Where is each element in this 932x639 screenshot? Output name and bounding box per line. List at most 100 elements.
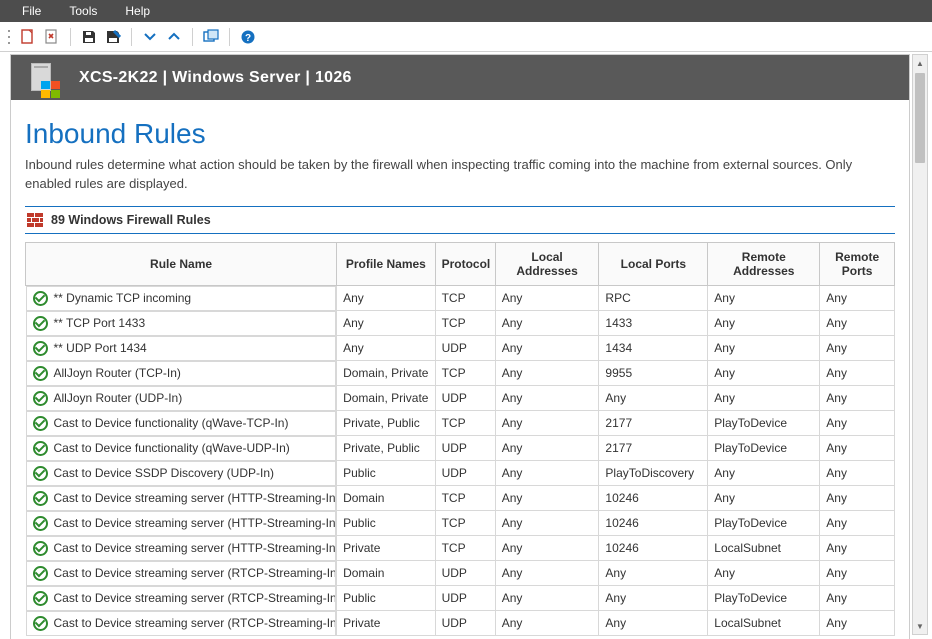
cell-local-addr: Any xyxy=(495,486,599,511)
cell-rule-name: AllJoyn Router (UDP-In) xyxy=(26,386,337,411)
rule-name-text: AllJoyn Router (UDP-In) xyxy=(54,391,183,405)
rule-name-text: Cast to Device functionality (qWave-UDP-… xyxy=(54,441,290,455)
cell-rule-name: Cast to Device streaming server (HTTP-St… xyxy=(26,511,337,536)
cell-local-addr: Any xyxy=(495,361,599,386)
cell-profiles: Domain xyxy=(337,561,436,586)
cell-local-addr: Any xyxy=(495,311,599,336)
cell-local-addr: Any xyxy=(495,336,599,361)
status-enabled-icon xyxy=(33,291,48,306)
rule-name-text: Cast to Device streaming server (HTTP-St… xyxy=(54,491,337,505)
report-title: XCS-2K22 | Windows Server | 1026 xyxy=(79,69,352,87)
pdf-export-icon[interactable] xyxy=(18,27,38,47)
col-remote-addresses: Remote Addresses xyxy=(708,242,820,285)
menu-file[interactable]: File xyxy=(8,2,55,20)
cell-remote-addr: Any xyxy=(708,561,820,586)
cell-rule-name: ** Dynamic TCP incoming xyxy=(26,286,337,311)
report-content: XCS-2K22 | Windows Server | 1026 Inbound… xyxy=(10,54,910,639)
app-window: File Tools Help ? xyxy=(0,0,932,639)
page-description: Inbound rules determine what action shou… xyxy=(25,156,895,194)
cell-protocol: UDP xyxy=(435,386,495,411)
menu-tools[interactable]: Tools xyxy=(55,2,111,20)
cell-remote-port: Any xyxy=(820,611,895,636)
status-enabled-icon xyxy=(33,441,48,456)
cell-local-port: Any xyxy=(599,561,708,586)
chevron-down-icon[interactable] xyxy=(140,27,160,47)
cell-remote-port: Any xyxy=(820,561,895,586)
table-row: Cast to Device streaming server (RTCP-St… xyxy=(26,586,895,611)
table-row: Cast to Device streaming server (RTCP-St… xyxy=(26,611,895,636)
toolbar-sep xyxy=(131,28,132,46)
cell-protocol: UDP xyxy=(435,336,495,361)
help-icon[interactable]: ? xyxy=(238,27,258,47)
cell-protocol: TCP xyxy=(435,486,495,511)
rule-name-text: Cast to Device streaming server (HTTP-St… xyxy=(54,541,337,555)
cell-remote-port: Any xyxy=(820,411,895,436)
cell-remote-port: Any xyxy=(820,486,895,511)
cell-remote-addr: LocalSubnet xyxy=(708,536,820,561)
toolbar-sep xyxy=(229,28,230,46)
table-header-row: Rule Name Profile Names Protocol Local A… xyxy=(26,242,895,285)
cell-protocol: TCP xyxy=(435,285,495,311)
table-row: Cast to Device functionality (qWave-UDP-… xyxy=(26,436,895,461)
rule-name-text: Cast to Device streaming server (HTTP-St… xyxy=(54,516,337,530)
rule-name-text: Cast to Device streaming server (RTCP-St… xyxy=(54,591,337,605)
scroll-thumb[interactable] xyxy=(915,73,925,163)
cell-local-port: 10246 xyxy=(599,511,708,536)
vertical-scrollbar[interactable]: ▲ ▼ xyxy=(912,54,928,635)
cell-local-port: 10246 xyxy=(599,486,708,511)
save-icon[interactable] xyxy=(79,27,99,47)
toolbar-sep xyxy=(192,28,193,46)
cell-local-addr: Any xyxy=(495,611,599,636)
cell-protocol: UDP xyxy=(435,436,495,461)
table-row: Cast to Device streaming server (HTTP-St… xyxy=(26,511,895,536)
status-enabled-icon xyxy=(33,341,48,356)
cell-remote-port: Any xyxy=(820,311,895,336)
rule-name-text: ** TCP Port 1433 xyxy=(54,316,146,330)
cell-rule-name: Cast to Device functionality (qWave-TCP-… xyxy=(26,411,337,436)
cell-protocol: UDP xyxy=(435,586,495,611)
cell-local-port: 1434 xyxy=(599,336,708,361)
rule-name-text: Cast to Device SSDP Discovery (UDP-In) xyxy=(54,466,275,480)
table-row: AllJoyn Router (UDP-In)Domain, PrivateUD… xyxy=(26,386,895,411)
cell-local-port: Any xyxy=(599,586,708,611)
toolbar: ? xyxy=(0,22,932,52)
close-report-icon[interactable] xyxy=(42,27,62,47)
cell-rule-name: Cast to Device streaming server (RTCP-St… xyxy=(26,611,337,636)
cell-remote-addr: Any xyxy=(708,461,820,486)
col-protocol: Protocol xyxy=(435,242,495,285)
cell-profiles: Any xyxy=(337,336,436,361)
cell-local-port: 1433 xyxy=(599,311,708,336)
rule-name-text: Cast to Device streaming server (RTCP-St… xyxy=(54,566,337,580)
cell-remote-addr: PlayToDevice xyxy=(708,586,820,611)
status-enabled-icon xyxy=(33,566,48,581)
toolbar-sep xyxy=(70,28,71,46)
cell-protocol: UDP xyxy=(435,461,495,486)
table-row: AllJoyn Router (TCP-In)Domain, PrivateTC… xyxy=(26,361,895,386)
cell-local-addr: Any xyxy=(495,461,599,486)
status-enabled-icon xyxy=(33,316,48,331)
status-enabled-icon xyxy=(33,616,48,631)
scroll-down-icon[interactable]: ▼ xyxy=(913,618,927,634)
status-enabled-icon xyxy=(33,466,48,481)
cell-remote-addr: LocalSubnet xyxy=(708,611,820,636)
menubar: File Tools Help xyxy=(0,0,932,22)
cell-remote-port: Any xyxy=(820,511,895,536)
scroll-up-icon[interactable]: ▲ xyxy=(913,55,927,71)
cell-remote-addr: PlayToDevice xyxy=(708,511,820,536)
table-row: Cast to Device functionality (qWave-TCP-… xyxy=(26,411,895,436)
chevron-up-icon[interactable] xyxy=(164,27,184,47)
cell-remote-port: Any xyxy=(820,586,895,611)
status-enabled-icon xyxy=(33,416,48,431)
cell-local-port: 9955 xyxy=(599,361,708,386)
status-enabled-icon xyxy=(33,391,48,406)
table-row: ** TCP Port 1433AnyTCPAny1433AnyAny xyxy=(26,311,895,336)
save-edit-icon[interactable] xyxy=(103,27,123,47)
status-enabled-icon xyxy=(33,591,48,606)
cell-rule-name: Cast to Device functionality (qWave-UDP-… xyxy=(26,436,337,461)
cell-local-port: PlayToDiscovery xyxy=(599,461,708,486)
status-enabled-icon xyxy=(33,516,48,531)
cell-rule-name: ** TCP Port 1433 xyxy=(26,311,337,336)
cell-remote-port: Any xyxy=(820,285,895,311)
menu-help[interactable]: Help xyxy=(111,2,164,20)
window-icon[interactable] xyxy=(201,27,221,47)
